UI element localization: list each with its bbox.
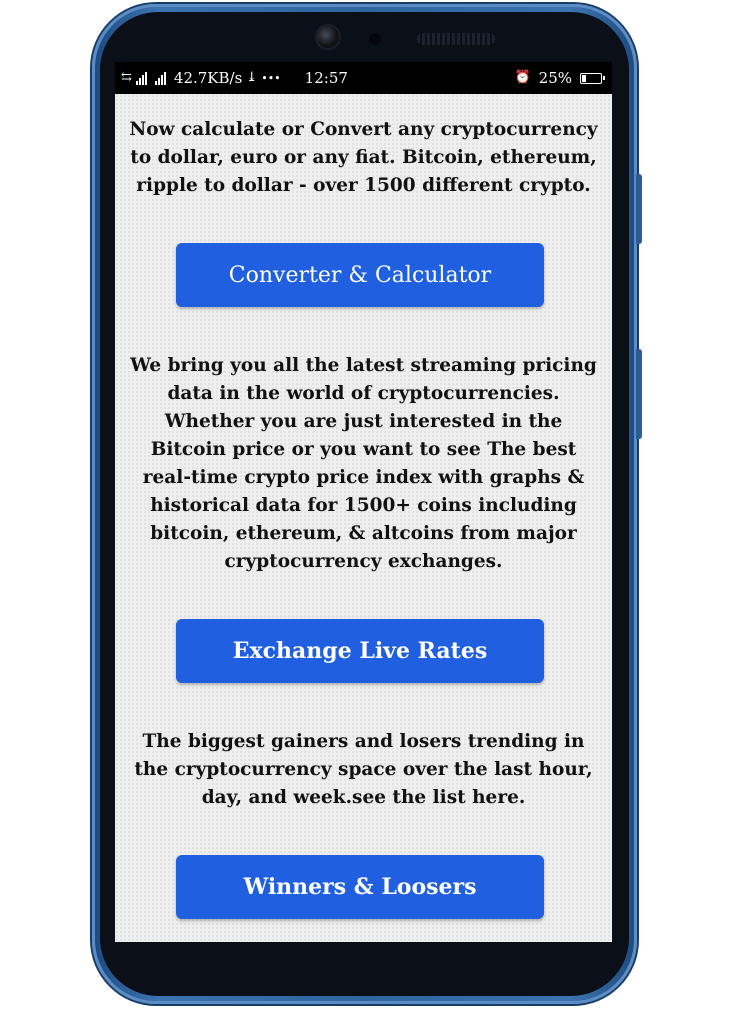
clock: 12:57 <box>304 69 348 87</box>
signal-icon-2 <box>154 71 166 85</box>
exchange-live-rates-button[interactable]: Exchange Live Rates <box>176 619 544 683</box>
status-bar-left: ⇆ 42.7KB/s ⤓ ••• 12:57 <box>121 69 348 87</box>
exchange-description: We bring you all the latest streaming pr… <box>130 355 597 572</box>
volume-button <box>636 174 642 244</box>
data-transfer-icon: ⇆ <box>121 70 132 85</box>
converter-description: Now calculate or Convert any cryptocurre… <box>129 119 598 196</box>
battery-icon <box>580 72 605 84</box>
download-icon: ⤓ <box>246 70 258 85</box>
converter-calculator-button[interactable]: Converter & Calculator <box>176 243 544 307</box>
status-bar-right: ⏰ 25% <box>514 69 605 87</box>
battery-percent: 25% <box>538 69 572 87</box>
power-button <box>636 349 642 439</box>
alarm-icon: ⏰ <box>514 70 531 85</box>
signal-icon <box>135 71 147 85</box>
winners-description: The biggest gainers and losers trending … <box>134 731 593 808</box>
phone-screen: ⇆ 42.7KB/s ⤓ ••• 12:57 ⏰ 25% Now calcula… <box>115 62 612 942</box>
proximity-sensor <box>369 33 381 45</box>
winners-loosers-button[interactable]: Winners & Loosers <box>176 855 544 919</box>
front-camera <box>317 26 339 48</box>
earpiece-speaker <box>417 33 495 45</box>
status-bar: ⇆ 42.7KB/s ⤓ ••• 12:57 ⏰ 25% <box>115 62 612 94</box>
more-notifications: ••• <box>261 71 281 85</box>
network-speed: 42.7KB/s <box>173 69 243 87</box>
battery-level <box>582 74 586 82</box>
